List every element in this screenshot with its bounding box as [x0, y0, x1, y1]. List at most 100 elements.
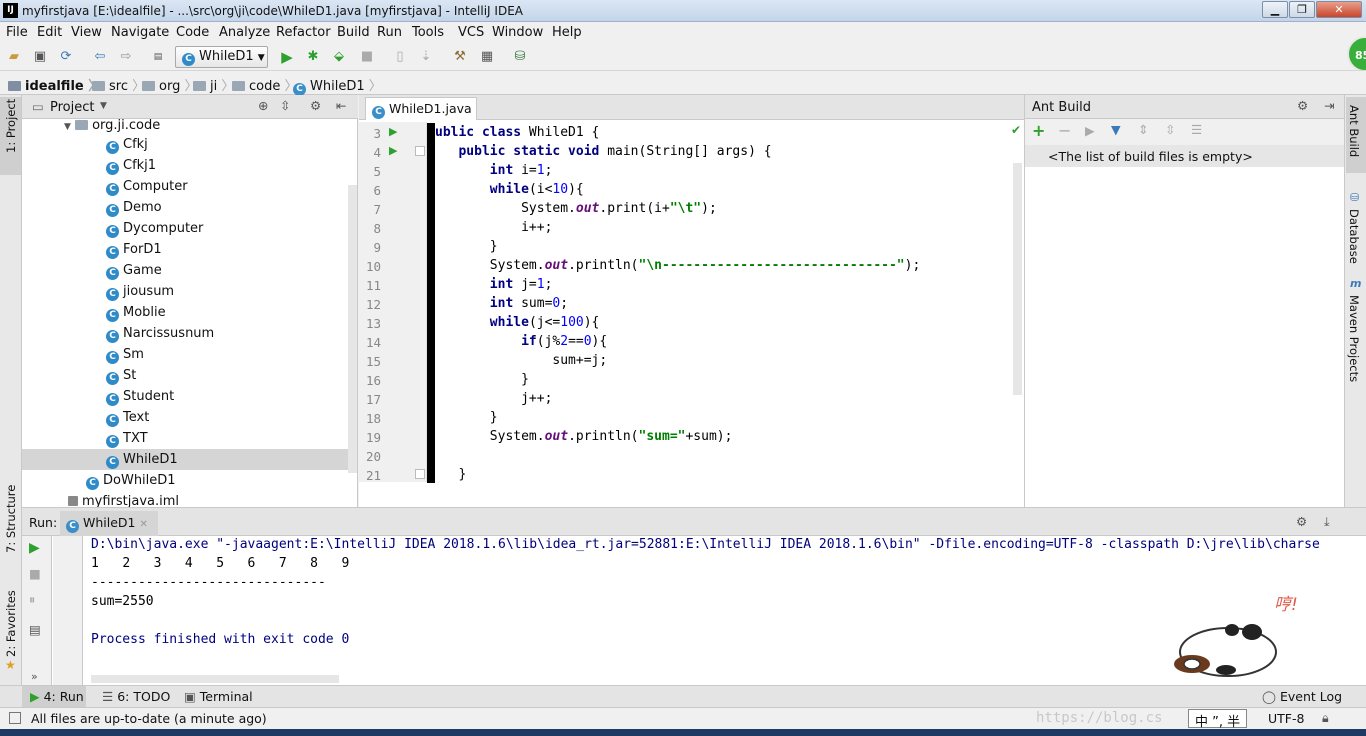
menu-edit[interactable]: Edit — [37, 25, 62, 40]
project-panel-title[interactable]: Project — [50, 100, 94, 115]
maven-tool-label[interactable]: Maven Projects — [1347, 295, 1361, 382]
more-icon[interactable]: » — [31, 670, 38, 683]
run-class-gutter-icon[interactable]: ▶ — [389, 125, 397, 138]
breadcrumb-item-src[interactable]: src 〉 — [92, 75, 145, 94]
menu-run[interactable]: Run — [377, 25, 402, 40]
code-area[interactable]: ublic class WhileD1 { public static void… — [435, 123, 1013, 483]
pause-icon[interactable]: ⏸ — [29, 592, 35, 608]
breadcrumb-item-code[interactable]: code 〉 — [232, 75, 298, 94]
tree-class-item[interactable]: Cjiousum — [106, 284, 174, 301]
menu-vcs[interactable]: VCS — [458, 25, 484, 40]
horizontal-scrollbar[interactable] — [91, 675, 339, 683]
run-main-gutter-icon[interactable]: ▶ — [389, 144, 397, 157]
tree-class-item[interactable]: C St — [106, 368, 136, 385]
build-project-icon[interactable]: ▤ — [150, 49, 166, 65]
gear-icon[interactable]: ⚙ — [1297, 98, 1308, 113]
sync-icon[interactable]: ⟳ — [58, 49, 74, 65]
editor-scrollbar[interactable] — [1013, 163, 1022, 395]
fold-icon[interactable] — [415, 469, 425, 479]
project-structure-icon[interactable]: ▦ — [479, 49, 495, 65]
save-icon[interactable]: ▣ — [32, 49, 48, 65]
menu-build[interactable]: Build — [337, 25, 370, 40]
menu-tools[interactable]: Tools — [412, 25, 444, 40]
menu-code[interactable]: Code — [176, 25, 209, 40]
chevron-down-icon[interactable]: ▼ — [100, 101, 107, 111]
tree-class-item[interactable]: C Cfkj1 — [106, 158, 156, 175]
run-icon[interactable]: ▶ — [279, 49, 295, 65]
minimize-panel-icon[interactable]: ⤓ — [1324, 514, 1330, 530]
tree-class-item[interactable]: C Sm — [106, 347, 144, 364]
tab-todo[interactable]: ☰ 6: TODO — [102, 689, 170, 704]
run-tab-whiled1[interactable]: C WhileD1 ✕ — [60, 511, 158, 536]
menu-refactor[interactable]: Refactor — [276, 25, 331, 40]
menu-file[interactable]: File — [6, 25, 28, 40]
tab-event-log[interactable]: ◯ Event Log — [1262, 689, 1342, 704]
vcs-commit-icon[interactable]: ⇣ — [418, 49, 434, 65]
tree-class-item[interactable]: C Narcissusnum — [106, 326, 214, 343]
coverage-icon[interactable]: ⬙ — [331, 49, 347, 65]
database-tool-label[interactable]: Database — [1347, 209, 1361, 264]
tree-class-item[interactable]: C Text — [106, 410, 149, 427]
favorites-tool-label[interactable]: 2: Favorites — [4, 590, 18, 657]
hide-icon[interactable]: ⇤ — [336, 98, 346, 113]
remove-icon[interactable]: − — [1058, 121, 1071, 140]
menu-analyze[interactable]: Analyze — [219, 25, 270, 40]
tree-class-item[interactable]: C Cfkj — [106, 137, 148, 154]
tree-package[interactable]: ▼ org.ji.code — [64, 118, 160, 133]
tree-class-item[interactable]: C Dycomputer — [106, 221, 203, 238]
tree-class-item[interactable]: C Student — [106, 389, 174, 406]
stop-icon[interactable]: ■ — [359, 49, 375, 65]
tool-windows-icon[interactable] — [9, 712, 21, 724]
stop-icon[interactable]: ■ — [29, 566, 41, 581]
collapse-icon[interactable]: ⇳ — [280, 98, 290, 113]
settings-icon[interactable]: ⚒ — [452, 49, 468, 65]
debug-icon[interactable]: ✱ — [305, 49, 321, 65]
menu-view[interactable]: View — [71, 25, 102, 40]
run-configuration-select[interactable]: C WhileD1 ▼ — [175, 46, 268, 68]
tab-whiled1[interactable]: CWhileD1.java ✕ — [365, 97, 477, 134]
expand-all-icon[interactable]: ⇕ — [1138, 122, 1148, 137]
breadcrumb-item-file[interactable]: C WhileD1 〉 — [293, 75, 382, 96]
properties-icon[interactable]: ☰ — [1191, 122, 1202, 137]
gear-icon[interactable]: ⚙ — [310, 98, 321, 113]
fold-icon[interactable] — [415, 146, 425, 156]
ime-indicator[interactable]: 中 ”, 半 — [1188, 709, 1248, 730]
collapse-all-icon[interactable]: ⇳ — [1165, 122, 1175, 137]
lock-icon[interactable]: 🔒︎ — [1322, 710, 1329, 726]
scrollbar[interactable] — [348, 185, 357, 473]
close-button[interactable]: ✕ — [1316, 1, 1362, 18]
tree-class-item-selected[interactable]: C WhileD1 — [106, 452, 178, 469]
tree-class-item[interactable]: C Computer — [106, 179, 188, 196]
tree-class-item[interactable]: C Demo — [106, 200, 162, 217]
forward-icon[interactable]: ⇨ — [118, 49, 134, 65]
filter-icon[interactable]: ▼ — [1111, 122, 1121, 137]
maximize-button[interactable]: ❐ — [1289, 1, 1315, 18]
tab-terminal[interactable]: ▣ Terminal — [184, 689, 253, 704]
file-encoding[interactable]: UTF-8 — [1268, 711, 1304, 726]
layout-icon[interactable]: ▤ — [29, 622, 41, 637]
menu-navigate[interactable]: Navigate — [111, 25, 169, 40]
gear-icon[interactable]: ⚙ — [1296, 514, 1307, 529]
sdk-icon[interactable]: ⛁ — [512, 49, 528, 65]
breadcrumb-item-project[interactable]: idealfile 〉 — [8, 75, 101, 94]
run-icon[interactable]: ▶ — [1085, 123, 1095, 138]
minimize-button[interactable]: ▁ — [1262, 1, 1288, 18]
tree-class-item[interactable]: C DoWhileD1 — [86, 473, 176, 490]
tree-class-item[interactable]: C Game — [106, 263, 162, 280]
breadcrumb-item-ji[interactable]: ji 〉 — [193, 75, 234, 94]
vcs-update-icon[interactable]: ▯ — [392, 49, 408, 65]
structure-tool-label[interactable]: 7: Structure — [4, 485, 18, 553]
tab-run[interactable]: ▶ 4: Run — [22, 686, 86, 707]
breadcrumb-item-org[interactable]: org 〉 — [142, 75, 197, 94]
add-icon[interactable]: + — [1032, 121, 1045, 140]
menu-help[interactable]: Help — [552, 25, 582, 40]
tree-class-item[interactable]: C ForD1 — [106, 242, 162, 259]
menu-window[interactable]: Window — [492, 25, 543, 40]
open-folder-icon[interactable]: ▰ — [6, 49, 22, 65]
locate-icon[interactable]: ⊕ — [258, 98, 268, 113]
hide-icon[interactable]: ⇥ — [1324, 98, 1334, 113]
tree-class-item[interactable]: C Moblie — [106, 305, 166, 322]
close-tab-icon[interactable]: ✕ — [139, 519, 147, 530]
back-icon[interactable]: ⇦ — [92, 49, 108, 65]
rerun-icon[interactable]: ▶ — [29, 540, 40, 556]
